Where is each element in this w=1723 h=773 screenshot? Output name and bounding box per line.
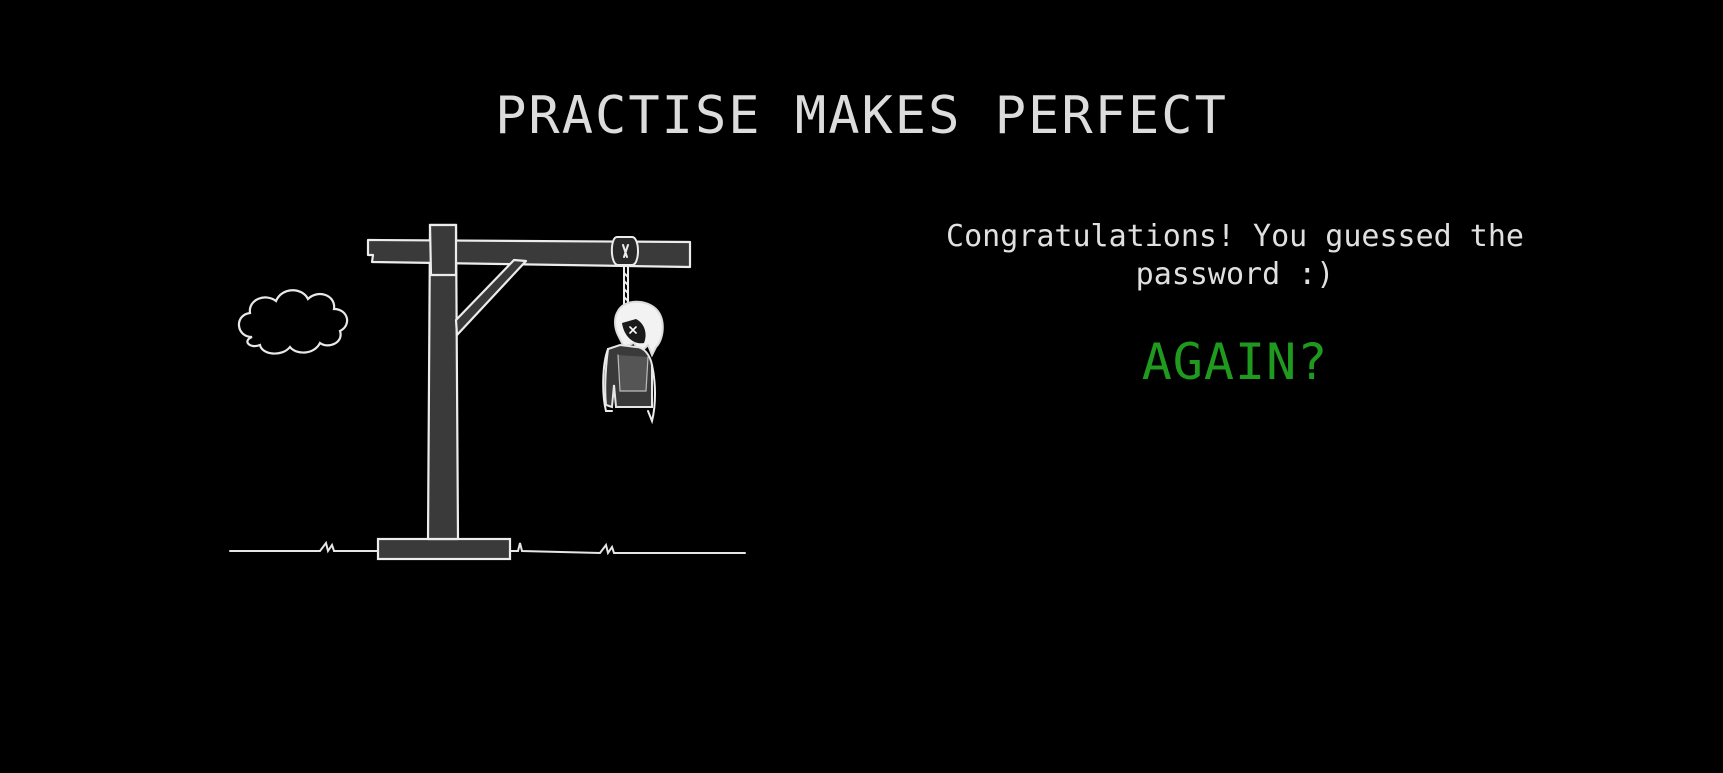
result-panel: Congratulations! You guessed the passwor… — [870, 218, 1600, 392]
result-message: Congratulations! You guessed the passwor… — [946, 219, 1524, 292]
page-title: PRACTISE MAKES PERFECT — [495, 86, 1228, 146]
again-button[interactable]: AGAIN? — [1142, 332, 1329, 392]
cloud-icon — [237, 289, 349, 355]
hangman-scene — [220, 215, 760, 565]
hangman-drawing — [229, 223, 746, 561]
